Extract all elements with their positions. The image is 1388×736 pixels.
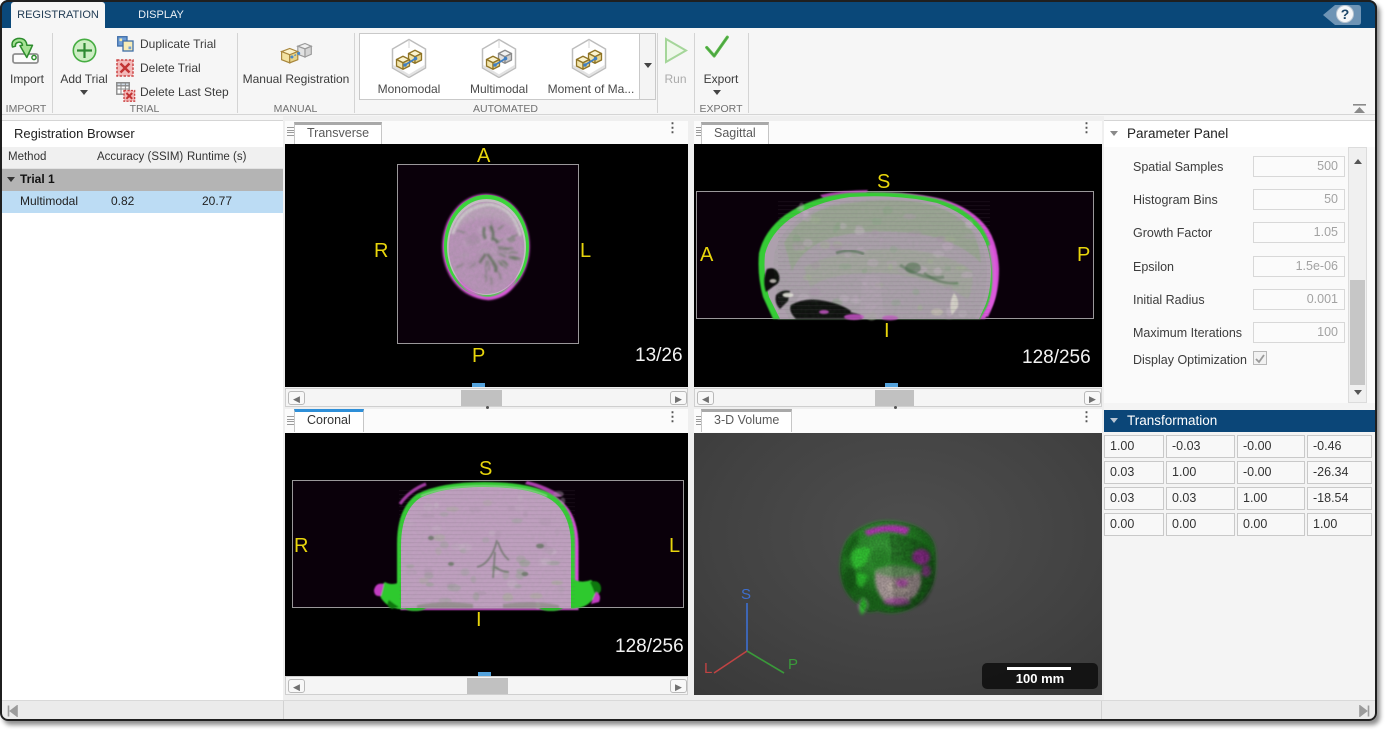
svg-text:P: P bbox=[788, 656, 798, 673]
svg-text:L: L bbox=[704, 660, 712, 677]
svg-text:S: S bbox=[741, 586, 751, 603]
svg-text:?: ? bbox=[1341, 6, 1350, 22]
